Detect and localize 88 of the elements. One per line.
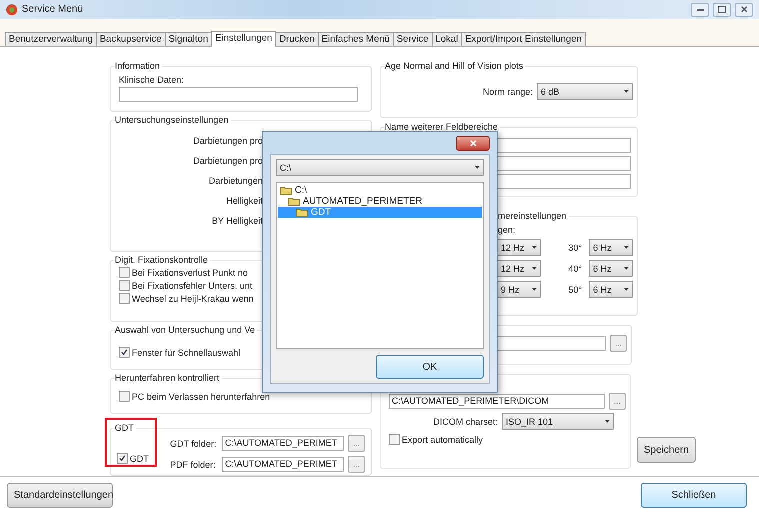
field-label: Klinische Daten: [118,75,186,85]
close-icon [470,140,476,146]
browse-button[interactable]: ... [609,393,626,410]
folder-path-field[interactable]: C:\AUTOMATED_PERIMET [222,457,344,472]
angle-label: 40° [568,264,584,274]
dropdown[interactable]: 6 Hz [589,239,633,256]
folder-icon [296,208,308,217]
tab[interactable]: Service [392,32,433,46]
browse-button[interactable]: ... [348,435,366,452]
group-title: mereinstellungen [498,211,569,221]
dropdown-arrow-icon [532,267,537,270]
tab[interactable]: Backupservice [96,32,166,46]
close-icon [740,6,748,13]
checkbox[interactable] [119,280,130,291]
checkbox-label: Export automatically [402,434,484,444]
checkbox[interactable] [117,453,128,464]
checkbox[interactable] [119,347,130,358]
close-dialog-button[interactable]: Schließen [641,483,747,508]
dropdown[interactable]: 6 Hz [589,260,633,277]
setting-label: Darbietungen [208,176,263,186]
group-title: Herunterfahren kontrolliert [115,373,222,383]
dicom-path-field[interactable]: C:\AUTOMATED_PERIMETER\DICOM [389,394,605,409]
tab[interactable]: Einfaches Menü [318,32,394,46]
dropdown-arrow-icon [605,420,610,423]
input-field[interactable] [119,87,358,102]
checkbox[interactable] [119,391,130,402]
folder-tree-item[interactable]: AUTOMATED_PERIMETER [278,196,482,207]
angle-label: 50° [568,284,584,294]
browse-button[interactable]: ... [610,334,627,352]
dropdown-arrow-icon [624,267,629,270]
field-label: GDT folder: [170,438,218,448]
checkbox-label: Wechsel zu Heijl-Krakau wenn [132,294,254,304]
dropdown-arrow-icon [532,288,537,291]
dropdown-arrow-icon [532,246,537,249]
field-label: PDF folder: [170,460,217,470]
dropdown-arrow-icon [624,288,629,291]
checkbox-label: PC beim Verlassen herunterfahren [132,392,270,402]
checkbox-label: Bei Fixationsfehler Unters. unt [132,280,253,290]
setting-label: Helligkeit [225,196,263,206]
checkbox[interactable] [119,293,130,304]
minimize-icon [696,8,704,10]
dropdown[interactable]: 12 Hz [497,239,541,256]
angle-label: 30° [568,242,584,252]
dropdown[interactable]: 6 Hz [589,281,633,298]
group-title: Untersuchungseinstellungen [115,115,231,125]
dropdown[interactable]: 12 Hz [497,260,541,277]
maximize-button[interactable] [713,2,731,16]
group-title: GDT [115,423,136,433]
maximize-icon [718,6,726,13]
setting-label: BY Helligkeit [211,216,263,226]
checkbox-label: Fenster für Schnellauswahl [132,348,241,358]
ok-button[interactable]: OK [376,355,484,379]
defaults-button[interactable]: Standardeinstellungen [7,483,113,508]
folder-icon [280,186,292,195]
dropdown-arrow-icon [624,90,629,93]
dropdown[interactable]: 6 dB [537,83,633,100]
field-label: DICOM charset: [433,416,498,426]
checkbox-label: Bei Fixationsverlust Punkt no [132,268,248,278]
tab[interactable]: Signalton [164,32,212,46]
tab[interactable]: Export/Import Einstellungen [461,32,586,46]
minimize-button[interactable] [691,2,709,16]
dropdown[interactable]: ISO_IR 101 [502,413,614,430]
group-title: Age Normal and Hill of Vision plots [385,61,526,71]
window-title: Service Menü [22,4,84,15]
tab[interactable]: Einstellungen [211,31,276,47]
close-button[interactable] [456,136,490,150]
app-logo-icon [6,4,18,16]
group-title: Name weiterer Feldbereiche [385,122,500,132]
tab[interactable]: Drucken [275,32,319,46]
close-button[interactable] [735,2,753,16]
field-label: gen: [498,225,516,235]
dropdown-arrow-icon [475,166,480,169]
tab[interactable]: Benutzerverwaltung [5,32,97,46]
checkbox[interactable] [389,434,400,445]
dropdown-arrow-icon [624,246,629,249]
save-button[interactable]: Speichern [637,437,696,463]
field-label: Norm range: [482,86,533,96]
folder-tree-item[interactable]: C:\ [278,185,482,196]
group-title: Auswahl von Untersuchung und Ve [115,325,258,335]
folder-path-field[interactable]: C:\AUTOMATED_PERIMET [222,436,344,451]
drive-dropdown[interactable]: C:\ [276,159,484,176]
dropdown[interactable]: 9 Hz [497,281,541,298]
checkbox-label: GDT [130,454,149,464]
browse-button[interactable]: ... [348,456,366,473]
group-title: Digit. Fixationskontrolle [115,255,210,265]
tab[interactable]: Lokal [432,32,462,46]
group-title: Information [115,61,162,71]
checkbox[interactable] [119,267,130,278]
